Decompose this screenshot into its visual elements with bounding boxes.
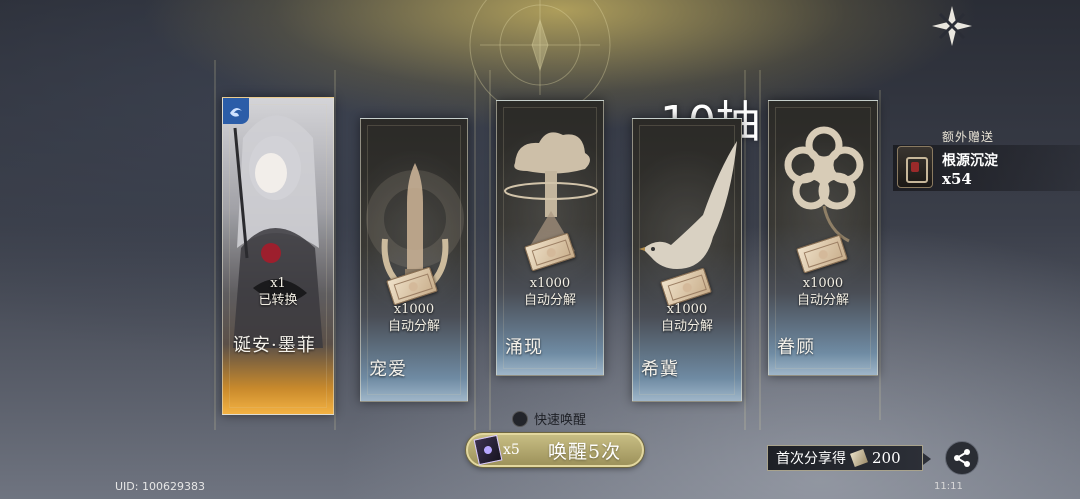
card-status: 自动分解 — [387, 319, 440, 334]
card-qty: x1000 — [393, 302, 435, 317]
card-status: 自动分解 — [660, 319, 713, 334]
result-card-item[interactable]: x1000 自动分解 希冀 — [632, 118, 742, 402]
character-portrait — [233, 115, 323, 348]
result-card-character[interactable]: x1 已转换 诞安·墨菲 — [222, 97, 334, 415]
share-reward-label: 首次分享得 — [776, 451, 846, 467]
share-reward-amount: 200 — [872, 449, 901, 467]
card-qty: x1000 — [802, 276, 844, 291]
card-name: 眷顾 — [777, 337, 815, 358]
card-name: 希冀 — [641, 359, 679, 380]
share-reward-banner: 首次分享得 200 — [767, 445, 931, 471]
bonus-item-count: x54 — [942, 170, 972, 188]
card-status: 已转换 — [258, 293, 298, 308]
result-card-item[interactable]: x1000 自动分解 涌现 — [496, 100, 604, 376]
share-button[interactable] — [945, 441, 979, 475]
card-name: 涌现 — [505, 337, 543, 358]
card-qty: x1000 — [529, 276, 571, 291]
user-id: UID: 100629383 — [115, 480, 205, 493]
card-status: 自动分解 — [523, 293, 576, 308]
result-card-item[interactable]: x1000 自动分解 眷顾 — [768, 100, 878, 376]
card-qty: x1000 — [666, 302, 708, 317]
card-name: 诞安·墨菲 — [233, 335, 316, 356]
bonus-label: 额外赠送 — [942, 130, 995, 144]
card-status: 自动分解 — [796, 293, 849, 308]
card-name: 宠爱 — [369, 359, 407, 380]
awaken-button-label: 唤醒5次 — [548, 441, 622, 463]
bonus-item-name: 根源沉淀 — [942, 153, 998, 169]
summon-ticket-icon — [473, 434, 503, 466]
result-card-item[interactable]: x1000 自动分解 宠爱 — [360, 118, 468, 402]
awaken-cost: x5 — [503, 442, 520, 458]
quick-awaken-toggle[interactable]: 快速唤醒 — [512, 409, 586, 428]
share-icon — [954, 449, 970, 467]
quick-awaken-label: 快速唤醒 — [534, 413, 587, 428]
card-qty: x1 — [270, 276, 286, 291]
toggle-radio[interactable] — [512, 410, 528, 427]
clock: 11:11 — [934, 481, 963, 492]
close-icon — [932, 6, 972, 46]
lantern-icon — [897, 146, 933, 188]
character-class-icon — [223, 98, 249, 124]
close-button[interactable] — [930, 4, 974, 48]
currency-icon — [850, 449, 868, 467]
